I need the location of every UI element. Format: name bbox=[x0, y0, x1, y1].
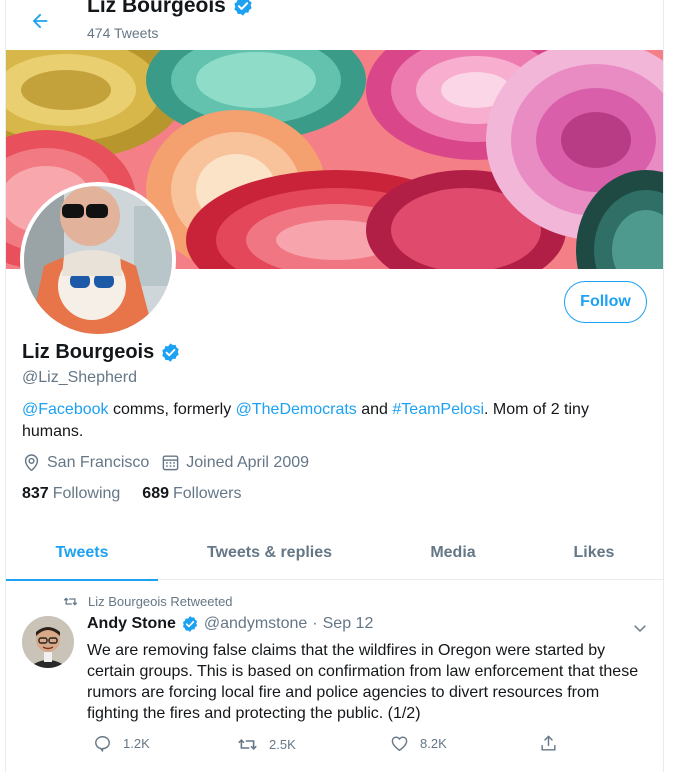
like-count: 8.2K bbox=[420, 736, 447, 751]
location: San Francisco bbox=[22, 453, 149, 472]
tweet-item[interactable]: Liz Bourgeois Retweeted Andy Stone @andy… bbox=[6, 581, 663, 772]
follow-stats: 837 Following 689 Followers bbox=[22, 485, 241, 503]
retweet-context: Liz Bourgeois Retweeted bbox=[63, 594, 233, 609]
retweet-button[interactable]: 2.5K bbox=[237, 734, 296, 755]
reply-count: 1.2K bbox=[123, 736, 150, 751]
retweet-icon bbox=[63, 597, 78, 606]
reply-button[interactable]: 1.2K bbox=[93, 734, 150, 753]
location-text: San Francisco bbox=[47, 453, 150, 471]
tweet-actions: 1.2K 2.5K 8.2K bbox=[87, 734, 567, 758]
author-photo bbox=[22, 616, 74, 668]
tweet-header: Andy Stone @andymstone · Sep 12 bbox=[87, 615, 373, 633]
reply-icon bbox=[95, 736, 110, 752]
following-count: 837 bbox=[22, 485, 49, 502]
tweet-author-avatar[interactable] bbox=[22, 616, 74, 668]
retweet-icon bbox=[238, 739, 257, 750]
header-title: Liz Bourgeois bbox=[87, 0, 254, 18]
tab-tweets[interactable]: Tweets bbox=[6, 526, 158, 581]
following-label: Following bbox=[52, 485, 121, 502]
bio-text: comms, formerly bbox=[108, 401, 236, 418]
followers-link[interactable]: 689 Followers bbox=[142, 485, 241, 503]
tab-tweets-and-replies[interactable]: Tweets & replies bbox=[158, 526, 381, 580]
calendar-icon bbox=[162, 455, 179, 471]
tweet-text: We are removing false claims that the wi… bbox=[87, 642, 639, 722]
heart-icon bbox=[391, 736, 408, 751]
bio-mention-facebook[interactable]: @Facebook bbox=[22, 401, 109, 418]
tweet-author-handle[interactable]: @andymstone bbox=[204, 615, 307, 633]
arrow-left-icon bbox=[32, 13, 48, 29]
bio-mention-thedemocrats[interactable]: @TheDemocrats bbox=[236, 401, 357, 418]
tab-media[interactable]: Media bbox=[381, 526, 525, 580]
profile-avatar[interactable] bbox=[20, 182, 176, 338]
header-name: Liz Bourgeois bbox=[87, 0, 226, 17]
retweet-count: 2.5K bbox=[269, 737, 296, 752]
tab-likes[interactable]: Likes bbox=[525, 526, 663, 580]
avatar-photo bbox=[24, 186, 172, 334]
profile-name-text: Liz Bourgeois bbox=[22, 341, 155, 363]
share-icon bbox=[541, 735, 556, 751]
profile-tabs: Tweets Tweets & replies Media Likes bbox=[6, 526, 663, 581]
bio-hashtag-teampelosi[interactable]: #TeamPelosi bbox=[392, 401, 484, 418]
join-date-text: Joined April 2009 bbox=[186, 453, 310, 471]
profile-meta: San Francisco Joined April 2009 bbox=[22, 453, 321, 472]
followers-label: Followers bbox=[173, 485, 242, 502]
location-pin-icon bbox=[24, 454, 39, 471]
verified-badge-icon bbox=[182, 616, 197, 632]
profile-name: Liz Bourgeois bbox=[22, 341, 181, 364]
profile-bio: @Facebook comms, formerly @TheDemocrats … bbox=[22, 399, 642, 443]
following-link[interactable]: 837 Following bbox=[22, 485, 120, 503]
follow-button[interactable]: Follow bbox=[564, 281, 647, 323]
back-button[interactable] bbox=[26, 7, 54, 35]
followers-count: 689 bbox=[142, 485, 169, 502]
profile-column: Liz Bourgeois 474 Tweets Follow Liz Bour… bbox=[5, 0, 664, 772]
top-header: Liz Bourgeois 474 Tweets bbox=[6, 0, 663, 48]
bio-text: and bbox=[356, 401, 393, 418]
profile-handle: @Liz_Shepherd bbox=[22, 369, 137, 386]
verified-badge-icon bbox=[234, 0, 252, 16]
tweet-separator: · bbox=[312, 615, 318, 632]
retweeted-by-text[interactable]: Liz Bourgeois Retweeted bbox=[88, 594, 233, 609]
verified-badge-icon bbox=[162, 343, 179, 362]
share-button[interactable] bbox=[539, 734, 558, 753]
like-button[interactable]: 8.2K bbox=[390, 734, 447, 753]
join-date: Joined April 2009 bbox=[161, 453, 309, 472]
tweet-date[interactable]: Sep 12 bbox=[323, 615, 374, 633]
tweet-count: 474 Tweets bbox=[87, 25, 159, 41]
tweet-more-button[interactable] bbox=[631, 619, 649, 637]
chevron-down-icon bbox=[634, 625, 646, 633]
tweet-author-name[interactable]: Andy Stone bbox=[87, 615, 176, 633]
